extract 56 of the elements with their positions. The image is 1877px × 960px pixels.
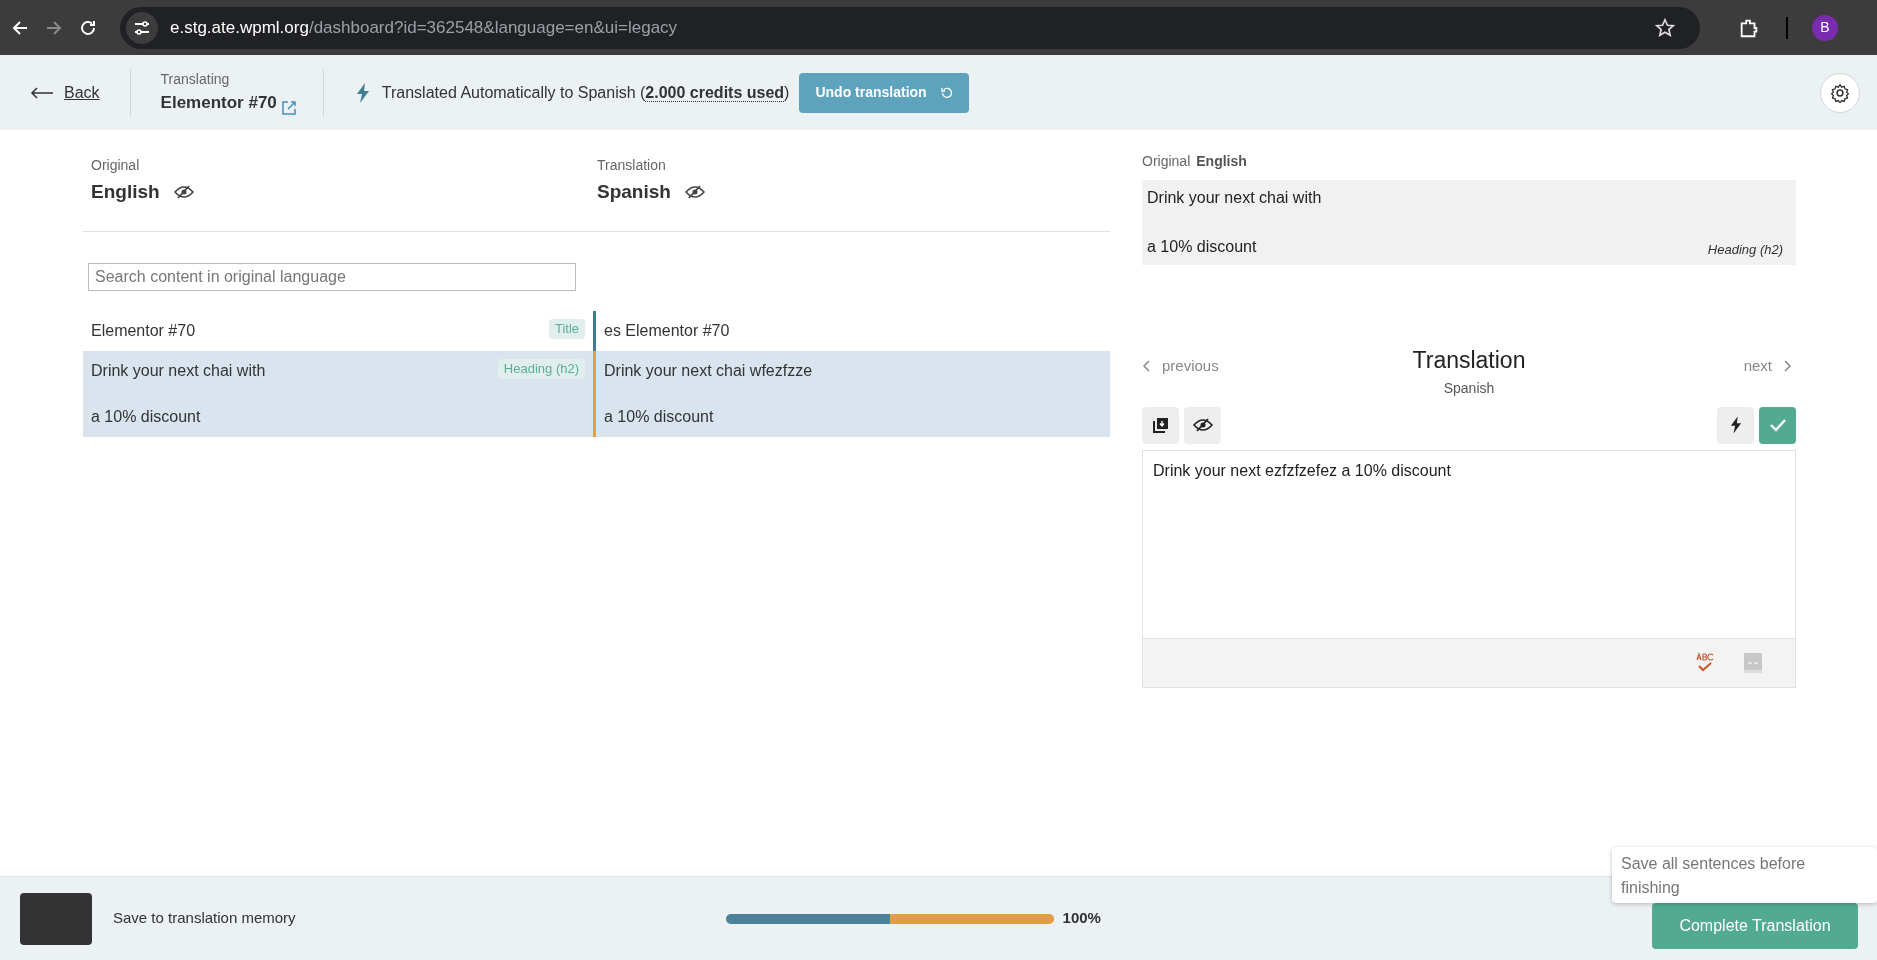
original-language: English: [1196, 152, 1247, 171]
settings-button[interactable]: [1820, 72, 1860, 113]
tooltip: Save all sentences before finishing: [1612, 847, 1877, 903]
machine-translate-button[interactable]: [1717, 406, 1754, 444]
hidden-eye-icon[interactable]: [173, 185, 194, 200]
translation-text: Drink your next chai wfezfzze: [604, 361, 814, 381]
profile-avatar[interactable]: B: [1812, 14, 1838, 41]
editor-title: Translation: [1412, 346, 1526, 375]
source-text: a 10% discount: [91, 407, 202, 427]
lightning-icon: [1729, 416, 1742, 434]
check-icon: [1768, 418, 1787, 432]
original-text: Drink your next chai with: [1147, 188, 1323, 208]
status-text: Translated Automatically to Spanish (2.000 credits used): [381, 82, 790, 104]
address-bar[interactable]: e.stg.ate.wpml.org/dashboard?id=362548&language=en&ui=legacy: [120, 6, 1700, 49]
copy-original-button[interactable]: [1142, 406, 1179, 444]
chevron-right-icon: [1784, 360, 1792, 373]
element-type-badge: Title: [548, 319, 585, 339]
original-text: a 10% discount: [1147, 237, 1257, 257]
original-label: Original: [1142, 152, 1191, 171]
translation-text: a 10% discount: [604, 407, 715, 427]
progress-reading: 100%: [1062, 908, 1101, 929]
element-type-badge: Heading (h2): [497, 359, 585, 379]
translation-text: es Elementor #70: [604, 321, 731, 341]
site-info-icon[interactable]: [126, 11, 158, 44]
external-link-icon[interactable]: [280, 99, 297, 116]
star-icon[interactable]: [1654, 16, 1676, 39]
document-title: Elementor #70: [160, 92, 277, 115]
arrow-left-icon: [30, 86, 54, 99]
source-text: Elementor #70: [91, 321, 197, 341]
hide-button[interactable]: [1184, 406, 1221, 444]
toggle-switch[interactable]: [20, 892, 92, 945]
undo-icon: [940, 86, 953, 99]
column-language: Spanish: [597, 180, 671, 204]
translating-label: Translating: [160, 70, 231, 90]
column-label: Translation: [597, 156, 667, 175]
copy-icon: [1152, 417, 1169, 433]
segment-row[interactable]: Drink your next chai with a 10% discount Heading (h2) Drink your next chai wfezfzze a 10% discount: [83, 351, 1110, 437]
editor-language: Spanish: [1443, 378, 1495, 398]
previous-button[interactable]: previous: [1142, 355, 1322, 378]
source-text: Drink your next chai with: [91, 361, 267, 381]
column-language: English: [91, 180, 160, 204]
next-button[interactable]: next: [1616, 355, 1796, 378]
lightning-icon: [355, 82, 370, 103]
element-type-label: Heading (h2): [1707, 240, 1783, 259]
hidden-eye-icon[interactable]: [684, 185, 705, 200]
back-link[interactable]: Back: [30, 80, 100, 105]
chevron-left-icon: [1142, 360, 1150, 373]
spellcheck-icon[interactable]: [1695, 651, 1715, 674]
url-text: e.stg.ate.wpml.org/dashboard?id=362548&language=en&ui=legacy: [170, 16, 678, 39]
settings-icon: [1830, 82, 1850, 103]
translation-input[interactable]: Drink your next ezfzfzefez a 10% discount: [1142, 449, 1796, 638]
memory-label: Save to translation memory: [113, 908, 296, 929]
column-label: Original: [91, 156, 141, 175]
confirm-button[interactable]: [1759, 406, 1796, 444]
search-field[interactable]: Search content in original language: [88, 263, 576, 291]
hidden-eye-icon: [1192, 418, 1213, 432]
